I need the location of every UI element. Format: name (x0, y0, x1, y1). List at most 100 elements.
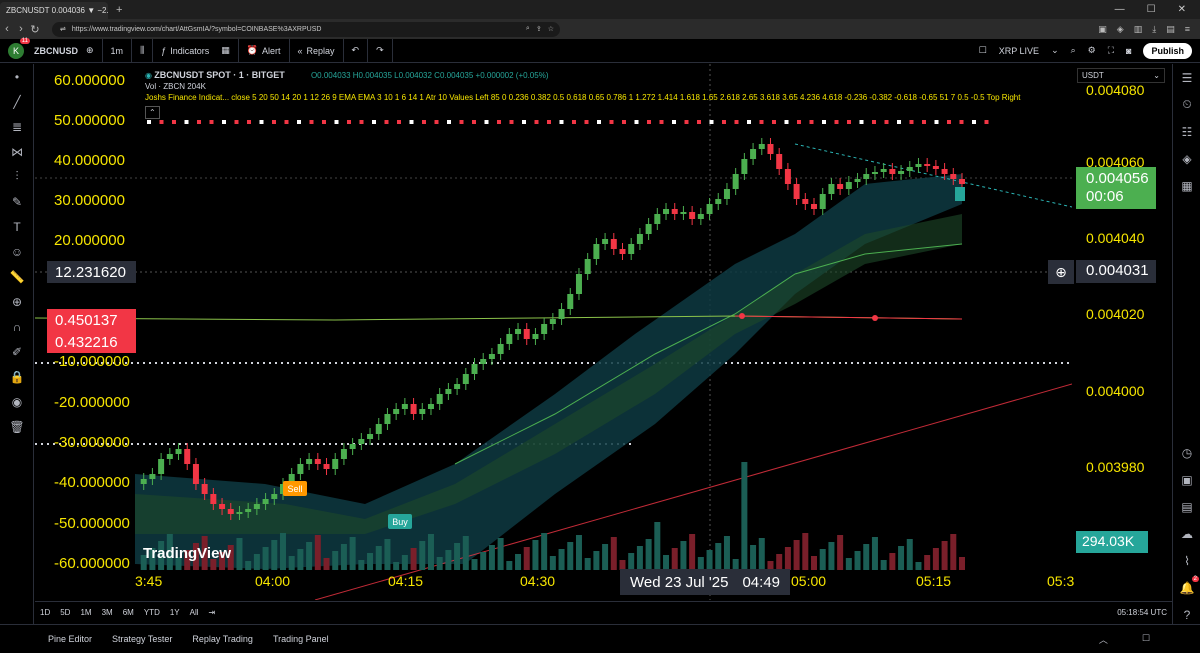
legend-indicator[interactable]: Joshs Finance Indicat... close 5 20 50 1… (145, 92, 1020, 103)
emoji-icon[interactable]: ☺ (0, 239, 34, 264)
alert-button[interactable]: ⏰ Alert (239, 38, 290, 63)
browser-tab[interactable]: ZBCNUSDT 0.004036 ▼ −2.03%✕ (0, 2, 108, 19)
extension-icon[interactable]: ◈ (1117, 24, 1124, 35)
time-axis[interactable]: 3:45 04:00 04:15 04:30 05:00 05:15 05:3 (135, 573, 1074, 593)
text-icon[interactable]: T (0, 214, 34, 239)
wallet-icon[interactable]: ▤ (1166, 24, 1175, 35)
range-ytd[interactable]: YTD (139, 608, 165, 617)
brush-icon[interactable]: ✎ (0, 189, 34, 214)
range-1m[interactable]: 1M (75, 608, 96, 617)
camera-icon[interactable]: ◙ (1126, 46, 1131, 56)
range-1y[interactable]: 1Y (165, 608, 185, 617)
range-1d[interactable]: 1D (35, 608, 55, 617)
alerts-clock-icon[interactable]: ⏲ (1173, 91, 1200, 118)
goto-date-icon[interactable]: ⇥ (204, 608, 221, 617)
compare-button[interactable]: ⊕ (78, 38, 103, 63)
crosshair-icon[interactable]: • (0, 64, 34, 89)
ruler-icon[interactable]: 📏 (0, 264, 34, 289)
tab-replay-trading[interactable]: Replay Trading (182, 634, 263, 644)
chart-speed-icon[interactable]: ◷ (1173, 439, 1200, 466)
interval-button[interactable]: 1m (103, 38, 133, 63)
eye-icon[interactable]: ◉ (0, 389, 34, 414)
back-icon[interactable]: ‹ (0, 23, 14, 35)
price-scale[interactable]: USDT ⌄ 0.004080 0.004060 0.004040 0.00402… (1072, 64, 1172, 600)
new-tab-icon[interactable]: + (116, 4, 122, 16)
extension-icon[interactable]: ▣ (1098, 24, 1107, 35)
stream-icon[interactable]: ⌇ (1173, 547, 1200, 574)
chart-pane[interactable]: Sell Buy TradingView (35, 64, 1072, 600)
menu-icon[interactable]: ≡ (1185, 24, 1190, 35)
maximize-icon[interactable]: ☐ (1147, 4, 1156, 15)
tab-pine-editor[interactable]: Pine Editor (0, 634, 102, 644)
candle-body (541, 324, 548, 334)
signal-dot (734, 120, 739, 124)
replay-button[interactable]: «Replay (290, 38, 344, 63)
signal-dot (647, 120, 651, 124)
right-widgetbar: ☰ ⏲ ☷ ◈ ▦ ◷ ▣ ▤ ☁ ⌇ 🔔 2 ? (1172, 64, 1200, 624)
downloads-icon[interactable]: ⤓ (1152, 24, 1156, 35)
quick-search-icon[interactable]: ⌕ (1071, 45, 1076, 56)
legend-title[interactable]: ZBCNUSDT SPOT · 1 · BITGET (154, 70, 285, 80)
symbol-search-button[interactable]: ZBCNUSD (34, 46, 78, 56)
fullscreen-icon[interactable]: ⛶ (1108, 45, 1114, 56)
lock-icon[interactable]: 🔒 (0, 364, 34, 389)
range-5d[interactable]: 5D (55, 608, 75, 617)
calendar-icon[interactable]: ▣ (1173, 466, 1200, 493)
fib-icon[interactable]: ≣ (0, 114, 34, 139)
pattern-icon[interactable]: ⋈ (0, 139, 34, 164)
add-level-button[interactable]: ⊕ (1048, 260, 1074, 284)
url-field[interactable]: ⇌ https://www.tradingview.com/chart/AttGs… (52, 21, 560, 37)
templates-icon[interactable]: ▦ (221, 45, 230, 56)
lock-drawing-icon[interactable]: ✐ (0, 339, 34, 364)
zoom-icon[interactable]: ⌕ (526, 25, 530, 33)
signal-dot (672, 120, 676, 124)
layers-icon[interactable]: ◈ (1173, 145, 1200, 172)
bookmark-icon[interactable]: ☆ (548, 25, 554, 33)
maximize-panel-icon[interactable]: ☐ (1132, 633, 1160, 646)
avatar[interactable]: K 11 (8, 37, 30, 59)
chart-type-button[interactable]: ⫼ (132, 38, 154, 63)
trendline-icon[interactable]: ╱ (0, 89, 34, 114)
range-3m[interactable]: 3M (97, 608, 118, 617)
crosshair-left-value: 12.231620 (47, 261, 136, 283)
tab-trading-panel[interactable]: Trading Panel (263, 634, 339, 644)
range-6m[interactable]: 6M (118, 608, 139, 617)
zoom-in-icon[interactable]: ⊕ (0, 289, 34, 314)
projection-icon[interactable]: ⫶ (0, 164, 34, 189)
sidebar-icon[interactable]: ▥ (1134, 24, 1143, 35)
ideas-icon[interactable]: ☁ (1173, 520, 1200, 547)
minimize-icon[interactable]: — (1115, 4, 1125, 15)
layout-name[interactable]: XRP LIVE (999, 46, 1039, 56)
tab-strategy-tester[interactable]: Strategy Tester (102, 634, 182, 644)
signal-dot (547, 120, 551, 124)
close-window-icon[interactable]: ✕ (1178, 4, 1186, 15)
indicators-button[interactable]: ƒ Indicators ▦ (153, 38, 239, 63)
currency-select[interactable]: USDT ⌄ (1077, 68, 1165, 83)
forward-icon[interactable]: › (14, 23, 28, 35)
undo-button[interactable]: ↶ (344, 38, 369, 63)
candles-icon: ⫼ (140, 45, 145, 55)
publish-button[interactable]: Publish (1143, 42, 1192, 59)
candle-body (828, 184, 835, 194)
layout-checkbox-icon[interactable]: ☐ (979, 45, 987, 56)
share-icon[interactable]: ⇪ (536, 25, 542, 33)
settings-icon[interactable]: ⚙ (1088, 45, 1096, 56)
redo-button[interactable]: ↷ (368, 38, 393, 63)
object-tree-icon[interactable]: ☷ (1173, 118, 1200, 145)
utc-clock[interactable]: 05:18:54 UTC (1112, 608, 1172, 617)
watchlist-icon[interactable]: ☰ (1173, 64, 1200, 91)
site-info-icon[interactable]: ⇌ (60, 25, 66, 33)
calculator-icon[interactable]: ▤ (1173, 493, 1200, 520)
reload-icon[interactable]: ↻ (28, 23, 42, 36)
tab-title: ZBCNUSDT 0.004036 ▼ −2.03% (6, 6, 108, 15)
magnet-icon[interactable]: ∩ (0, 314, 34, 339)
chevron-up-icon[interactable]: ︿ (1089, 633, 1118, 646)
notifications-icon[interactable]: 🔔 2 (1173, 574, 1200, 601)
chevron-down-icon[interactable]: ⌄ (1051, 45, 1059, 56)
range-all[interactable]: All (185, 608, 204, 617)
hotlist-icon[interactable]: ▦ (1173, 172, 1200, 199)
legend-volume[interactable]: Vol · ZBCN 204K (145, 81, 1020, 92)
collapse-legend-icon[interactable]: ⌃ (145, 106, 160, 119)
signal-dot (172, 120, 176, 124)
trash-icon[interactable]: 🗑 (0, 414, 34, 439)
